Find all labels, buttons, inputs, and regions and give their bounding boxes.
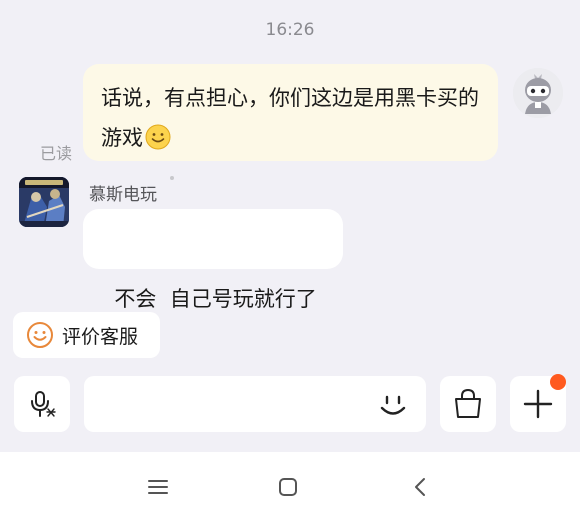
- plus-icon: [523, 389, 553, 419]
- home-button[interactable]: [273, 472, 303, 502]
- seller-avatar[interactable]: [19, 177, 69, 227]
- read-status: 已读: [40, 144, 73, 163]
- rate-service-label: 评价客服: [62, 325, 139, 348]
- shopping-bag-icon: [455, 388, 481, 418]
- sender-name: 慕斯电玩: [89, 185, 157, 205]
- home-icon: [279, 478, 297, 496]
- menu-button[interactable]: [143, 472, 173, 502]
- voice-to-text-button[interactable]: [14, 376, 70, 432]
- back-button[interactable]: [406, 472, 436, 502]
- incoming-message-text: 不会 自己号玩就行了: [114, 287, 317, 311]
- menu-icon: [148, 480, 168, 494]
- chat-input-bar: [0, 372, 580, 436]
- rate-service-button[interactable]: 评价客服: [13, 312, 160, 358]
- outgoing-message-bubble[interactable]: 话说，有点担心，你们这边是用黑卡买的游戏: [83, 64, 498, 161]
- emoji-button[interactable]: [374, 386, 412, 424]
- smiling-face-emoji-icon: [145, 123, 171, 150]
- smile-icon: [380, 395, 406, 415]
- message-timestamp: 16:26: [265, 20, 315, 40]
- incoming-message-bubble[interactable]: 不会 自己号玩就行了: [83, 209, 343, 311]
- system-navigation-bar: [0, 452, 580, 521]
- notification-dot: [550, 374, 566, 390]
- back-icon: [415, 478, 425, 496]
- ninja-avatar-icon: [513, 68, 563, 118]
- voice-to-text-icon: [31, 391, 56, 417]
- sender-tag-dot: [170, 176, 174, 180]
- smile-rating-icon: [27, 322, 53, 348]
- my-avatar[interactable]: [513, 68, 563, 118]
- shop-button[interactable]: [440, 376, 496, 432]
- game-cover-avatar-icon: [19, 177, 69, 227]
